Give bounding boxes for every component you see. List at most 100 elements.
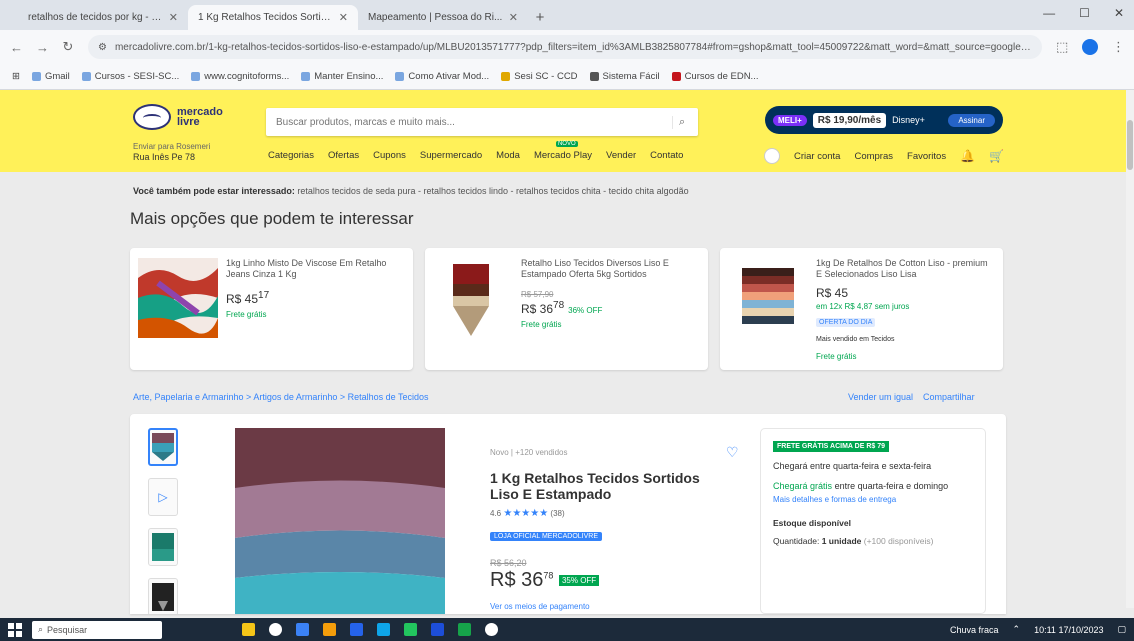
weather-status[interactable]: Chuva fraca bbox=[950, 625, 999, 635]
excel-icon[interactable] bbox=[458, 623, 471, 636]
chrome-icon[interactable] bbox=[485, 623, 498, 636]
close-tab-icon[interactable]: ✕ bbox=[339, 11, 348, 24]
user-favoritos[interactable]: Favoritos bbox=[907, 151, 946, 162]
quantity-selector[interactable]: Quantidade: 1 unidade (+100 disponíveis) bbox=[773, 536, 973, 546]
new-tab-button[interactable]: + bbox=[528, 5, 552, 30]
forward-icon[interactable]: → bbox=[36, 40, 49, 55]
user-criar-conta[interactable]: Criar conta bbox=[794, 151, 840, 162]
delivery-location[interactable]: Enviar para Rosemeri Rua Inês Pe 78 bbox=[133, 142, 210, 162]
minimize-button[interactable]: — bbox=[1043, 6, 1055, 20]
browser-tab-1[interactable]: retalhos de tecidos por kg - Pe... ✕ bbox=[18, 5, 606, 40]
recommendation-card[interactable]: 1kg Linho Misto De Viscose Em Retalho Je… bbox=[130, 248, 413, 370]
section-title: Mais opções que podem te interessar bbox=[130, 209, 414, 228]
promo-button[interactable]: Assinar bbox=[948, 113, 995, 127]
user-compras[interactable]: Compras bbox=[854, 151, 893, 162]
card-deal-badge: OFERTA DO DIA bbox=[816, 318, 876, 327]
site-info-icon[interactable]: ⚙ bbox=[98, 42, 107, 53]
close-tab-icon[interactable]: ✕ bbox=[509, 11, 518, 24]
store-icon[interactable] bbox=[350, 623, 363, 636]
card-free-shipping: Frete grátis bbox=[226, 310, 267, 319]
url-bar[interactable]: ⚙ mercadolivre.com.br/1-kg-retalhos-teci… bbox=[88, 35, 1042, 59]
bookmark[interactable]: Como Ativar Mod... bbox=[395, 71, 489, 82]
search-box[interactable]: ⌕ bbox=[266, 108, 698, 136]
edge-browser-icon[interactable] bbox=[296, 623, 309, 636]
close-tab-icon[interactable]: ✕ bbox=[169, 11, 178, 24]
bookmark[interactable]: Sistema Fácil bbox=[589, 71, 660, 82]
browser-tab-3[interactable]: Mapeamento | Pessoa do Ri... ✕ bbox=[358, 5, 606, 40]
bookmark[interactable]: www.cognitoforms... bbox=[191, 71, 289, 82]
browser-tab-2[interactable]: 1 Kg Retalhos Tecidos Sortidos L... ✕ bbox=[188, 5, 606, 40]
sell-similar-link[interactable]: Vender um igual bbox=[848, 392, 913, 402]
page-scrollbar[interactable] bbox=[1126, 90, 1134, 608]
main-nav: Categorias Ofertas Cupons Supermercado M… bbox=[268, 141, 683, 161]
notifications-icon[interactable]: ▢ bbox=[1117, 624, 1126, 635]
bookmarks-bar: ⊞ Gmail Cursos - SESI-SC... www.cognitof… bbox=[0, 64, 1134, 90]
nav-mercado-play[interactable]: Mercado Play bbox=[534, 141, 592, 161]
bookmark[interactable]: Gmail bbox=[31, 71, 70, 82]
card-old-price: R$ 57,90 bbox=[521, 290, 554, 299]
back-icon[interactable]: ← bbox=[10, 40, 23, 55]
tab-title: retalhos de tecidos por kg - Pe... bbox=[28, 12, 163, 23]
nav-vender[interactable]: Vender bbox=[606, 150, 636, 161]
user-avatar[interactable] bbox=[764, 148, 780, 164]
search-input[interactable] bbox=[276, 116, 672, 128]
search-icon[interactable]: ⌕ bbox=[672, 115, 688, 129]
stacked-fabric-image bbox=[728, 258, 808, 338]
taskbar-apps bbox=[242, 623, 498, 636]
nav-contato[interactable]: Contato bbox=[650, 150, 683, 161]
nav-moda[interactable]: Moda bbox=[496, 150, 520, 161]
product-rating[interactable]: 4.6 ★★★★★ (38) bbox=[490, 508, 565, 519]
site-header: mercadolivre ⌕ MELI+ R$ 19,90/mês Disney… bbox=[0, 90, 1134, 172]
profile-avatar[interactable] bbox=[1082, 39, 1098, 55]
thumbnail[interactable] bbox=[148, 578, 178, 614]
payment-methods-link[interactable]: Ver os meios de pagamento bbox=[490, 602, 590, 611]
mercadolivre-logo[interactable]: mercado livre bbox=[133, 104, 223, 130]
recommendation-card[interactable]: 1kg De Retalhos De Cotton Liso - premium… bbox=[720, 248, 1003, 370]
favorite-heart-icon[interactable]: ♡ bbox=[726, 444, 739, 461]
breadcrumb[interactable]: Arte, Papelaria e Armarinho > Artigos de… bbox=[133, 392, 429, 402]
apps-icon[interactable]: ⊞ bbox=[12, 71, 20, 82]
handshake-logo-icon bbox=[133, 104, 171, 130]
nav-supermercado[interactable]: Supermercado bbox=[420, 150, 482, 161]
tab-title: 1 Kg Retalhos Tecidos Sortidos L... bbox=[198, 12, 333, 23]
close-window-button[interactable]: ✕ bbox=[1114, 6, 1124, 20]
network-icon[interactable]: ⌃ bbox=[1013, 624, 1021, 635]
promo-banner[interactable]: MELI+ R$ 19,90/mês Disney+ Assinar bbox=[765, 106, 1003, 134]
recommendation-card[interactable]: Retalho Liso Tecidos Diversos Liso E Est… bbox=[425, 248, 708, 370]
file-explorer-icon[interactable] bbox=[323, 623, 336, 636]
weather-app-icon[interactable] bbox=[242, 623, 255, 636]
meli-plus-badge: MELI+ bbox=[773, 114, 807, 126]
product-condition: Novo | +120 vendidos bbox=[490, 448, 568, 457]
video-thumbnail[interactable]: ▷ bbox=[148, 478, 178, 516]
word-icon[interactable] bbox=[431, 623, 444, 636]
mail-icon[interactable] bbox=[377, 623, 390, 636]
maximize-button[interactable]: ☐ bbox=[1079, 6, 1090, 20]
cart-icon[interactable]: 🛒 bbox=[989, 149, 1004, 163]
windows-start-icon[interactable] bbox=[8, 622, 22, 637]
shipping-details-link[interactable]: Mais detalhes e formas de entrega bbox=[773, 495, 973, 504]
browser-menu-icon[interactable]: ⋮ bbox=[1112, 39, 1125, 55]
product-title: 1 Kg Retalhos Tecidos Sortidos Liso E Es… bbox=[490, 470, 700, 502]
bookmark[interactable]: Cursos de EDN... bbox=[671, 71, 758, 82]
nav-ofertas[interactable]: Ofertas bbox=[328, 150, 359, 161]
notification-bell-icon[interactable]: 🔔 bbox=[960, 149, 975, 163]
product-actions: Vender um igual Compartilhar bbox=[848, 392, 975, 402]
bookmark[interactable]: Cursos - SESI-SC... bbox=[81, 71, 179, 82]
app-icon[interactable] bbox=[404, 623, 417, 636]
clock[interactable]: 10:11 17/10/2023 bbox=[1034, 625, 1103, 635]
reload-icon[interactable]: ↻ bbox=[62, 39, 74, 55]
card-price: R$ 3678 36% OFF bbox=[521, 300, 603, 316]
taskbar-search[interactable]: ⌕ Pesquisar bbox=[32, 620, 162, 639]
thumbnail[interactable] bbox=[148, 528, 178, 566]
thumbnail[interactable] bbox=[148, 428, 178, 466]
product-main-image[interactable] bbox=[235, 428, 445, 614]
task-view-icon[interactable] bbox=[269, 623, 282, 636]
related-search-links[interactable]: retalhos tecidos de seda pura - retalhos… bbox=[297, 186, 688, 196]
bookmark[interactable]: Manter Ensino... bbox=[301, 71, 383, 82]
bookmark[interactable]: Sesi SC - CCD bbox=[501, 71, 578, 82]
extensions-icon[interactable]: ⬚ bbox=[1056, 39, 1068, 55]
user-menu: Criar conta Compras Favoritos 🔔 🛒 bbox=[764, 148, 1004, 164]
nav-cupons[interactable]: Cupons bbox=[373, 150, 406, 161]
share-link[interactable]: Compartilhar bbox=[923, 392, 975, 402]
nav-categorias[interactable]: Categorias bbox=[268, 150, 314, 161]
